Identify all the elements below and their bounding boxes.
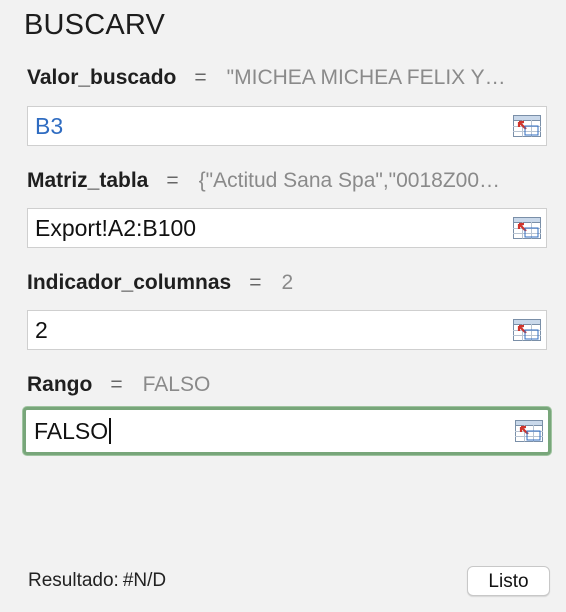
arg-row-matriz-tabla: Matriz_tabla = {"Actitud Sana Spa","0018… <box>27 169 548 193</box>
equals-sign: = <box>194 66 207 89</box>
rango-value-text: FALSO <box>34 417 109 444</box>
result-label: Resultado: <box>28 570 119 591</box>
arg-row-valor-buscado: Valor_buscado = "MICHEA MICHEA FELIX Y… <box>27 66 548 90</box>
collapse-dialog-icon[interactable] <box>515 419 543 443</box>
rango-field[interactable]: FALSO <box>23 407 551 455</box>
arg-preview-indicador-columnas: 2 <box>281 271 294 294</box>
indicador-columnas-value[interactable]: 2 <box>28 317 513 344</box>
collapse-dialog-icon[interactable] <box>513 114 541 138</box>
arg-label-valor-buscado: Valor_buscado <box>27 66 177 89</box>
arg-row-rango: Rango = FALSO <box>27 373 548 397</box>
rango-value[interactable]: FALSO <box>26 417 515 445</box>
arg-preview-rango: FALSO <box>142 373 211 396</box>
equals-sign: = <box>166 169 179 192</box>
arg-preview-matriz-tabla: {"Actitud Sana Spa","0018Z00… <box>198 169 501 192</box>
indicador-columnas-field[interactable]: 2 <box>27 310 547 350</box>
collapse-dialog-icon[interactable] <box>513 216 541 240</box>
arg-label-indicador-columnas: Indicador_columnas <box>27 271 232 294</box>
result-display: Resultado: #N/D <box>28 570 166 592</box>
matriz-tabla-value[interactable]: Export!A2:B100 <box>28 215 513 242</box>
equals-sign: = <box>249 271 262 294</box>
done-button[interactable]: Listo <box>467 566 550 596</box>
arg-label-matriz-tabla: Matriz_tabla <box>27 169 149 192</box>
valor-buscado-value[interactable]: B3 <box>28 113 513 140</box>
matriz-tabla-field[interactable]: Export!A2:B100 <box>27 208 547 248</box>
collapse-dialog-icon[interactable] <box>513 318 541 342</box>
arg-label-rango: Rango <box>27 373 93 396</box>
result-value: #N/D <box>122 570 167 591</box>
equals-sign: = <box>110 373 123 396</box>
arg-preview-valor-buscado: "MICHEA MICHEA FELIX Y… <box>226 66 506 89</box>
arg-row-indicador-columnas: Indicador_columnas = 2 <box>27 271 548 295</box>
text-caret <box>109 417 112 444</box>
valor-buscado-field[interactable]: B3 <box>27 106 547 146</box>
function-title: BUSCARV <box>24 9 166 41</box>
